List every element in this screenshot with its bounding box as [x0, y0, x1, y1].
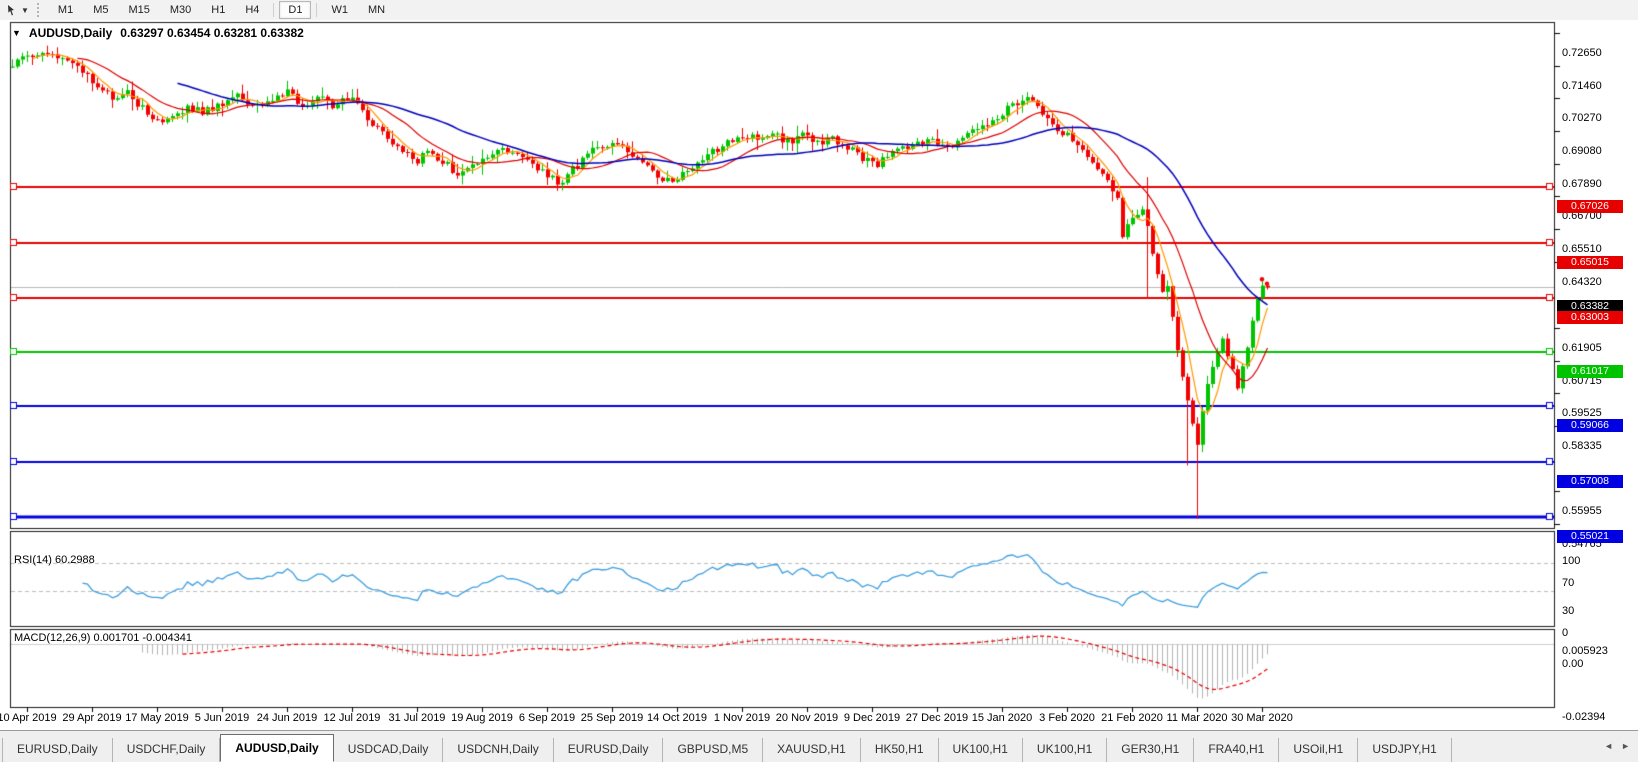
timeframe-button-m1[interactable]: M1 [49, 1, 82, 19]
level-price-badge: 0.57008 [1557, 475, 1623, 488]
chart-tab-usdcad-daily[interactable]: USDCAD,Daily [334, 738, 444, 762]
level-price-badge: 0.65015 [1557, 256, 1623, 269]
timeframe-button-m5[interactable]: M5 [84, 1, 117, 19]
rsi-axis-label: 30 [1562, 605, 1574, 617]
timeframe-buttons: M1M5M15M30H1H4 D1 W1MN [48, 0, 395, 20]
price-tick-label: 0.70270 [1562, 112, 1602, 124]
chart-tab-gbpusd-m5[interactable]: GBPUSD,M5 [663, 738, 763, 762]
timeframe-button-h1[interactable]: H1 [202, 1, 234, 19]
macd-axis-label: -0.02394 [1562, 711, 1605, 723]
chevron-down-icon: ▼ [21, 6, 29, 15]
timeframe-button-d1[interactable]: D1 [279, 1, 311, 19]
timeframe-button-w1[interactable]: W1 [322, 1, 357, 19]
price-tick-label: 0.72650 [1562, 47, 1602, 59]
date-tick-label: 30 Mar 2020 [1217, 712, 1307, 724]
mt4-window: { "toolbar": { "timeframes": ["M1","M5",… [0, 0, 1638, 762]
price-tick-label: 0.71460 [1562, 80, 1602, 92]
tab-scroll-controls: ◄ ► [1604, 741, 1630, 751]
price-tick-label: 0.58335 [1562, 440, 1602, 452]
chart-tabs: EURUSD,DailyUSDCHF,DailyAUDUSD,DailyUSDC… [2, 736, 1452, 762]
tab-scroll-left-icon[interactable]: ◄ [1604, 741, 1613, 751]
macd-axis-label: 0.00 [1562, 658, 1583, 670]
timeframe-button-mn[interactable]: MN [359, 1, 394, 19]
price-tick-label: 0.55955 [1562, 505, 1602, 517]
chart-area: ▼ AUDUSD,Daily 0.63297 0.63454 0.63281 0… [0, 20, 1638, 730]
timeframe-button-h4[interactable]: H4 [236, 1, 268, 19]
toolbar-separator [316, 3, 317, 17]
price-tick-label: 0.65510 [1562, 243, 1602, 255]
chart-tab-usdjpy-h1[interactable]: USDJPY,H1 [1358, 738, 1451, 762]
chart-tab-audusd-daily[interactable]: AUDUSD,Daily [220, 734, 333, 762]
timeframe-toolbar: ▼ M1M5M15M30H1H4 D1 W1MN [0, 0, 1638, 21]
chart-tab-eurusd-daily[interactable]: EURUSD,Daily [2, 738, 113, 762]
chart-tab-uk100-h1[interactable]: UK100,H1 [1023, 738, 1107, 762]
chart-tab-hk50-h1[interactable]: HK50,H1 [861, 738, 939, 762]
chart-title: ▼ AUDUSD,Daily 0.63297 0.63454 0.63281 0… [12, 26, 304, 40]
chart-ohlc-values: 0.63297 0.63454 0.63281 0.63382 [120, 26, 304, 40]
chart-symbol-label: AUDUSD,Daily [29, 26, 112, 40]
macd-axis-label: 0.005923 [1562, 645, 1608, 657]
chart-tab-xauusd-h1[interactable]: XAUUSD,H1 [763, 738, 861, 762]
price-tick-label: 0.69080 [1562, 145, 1602, 157]
rsi-axis-label: 100 [1562, 555, 1580, 567]
collapse-triangle-icon[interactable]: ▼ [12, 28, 21, 38]
level-price-badge: 0.55021 [1557, 530, 1623, 543]
toolbar-separator [273, 3, 274, 17]
level-price-badge: 0.61017 [1557, 365, 1623, 378]
level-price-badge: 0.59066 [1557, 419, 1623, 432]
rsi-indicator-label: RSI(14) 60.2988 [14, 554, 95, 566]
cursor-tool-dropdown[interactable]: ▼ [0, 1, 35, 19]
price-tick-label: 0.59525 [1562, 407, 1602, 419]
chart-tab-uk100-h1[interactable]: UK100,H1 [939, 738, 1023, 762]
price-chart-canvas[interactable] [0, 20, 1638, 730]
macd-indicator-label: MACD(12,26,9) 0.001701 -0.004341 [14, 632, 192, 644]
tab-scroll-right-icon[interactable]: ► [1621, 741, 1630, 751]
chart-tab-usoil-h1[interactable]: USOil,H1 [1279, 738, 1358, 762]
chart-tab-usdchf-daily[interactable]: USDCHF,Daily [113, 738, 221, 762]
chart-tab-fra40-h1[interactable]: FRA40,H1 [1194, 738, 1279, 762]
rsi-axis-label: 0 [1562, 627, 1568, 639]
chart-tab-usdcnh-daily[interactable]: USDCNH,Daily [443, 738, 553, 762]
chart-tab-ger30-h1[interactable]: GER30,H1 [1107, 738, 1194, 762]
rsi-axis-label: 70 [1562, 577, 1574, 589]
cursor-tool-icon [6, 4, 19, 17]
chart-tab-eurusd-daily[interactable]: EURUSD,Daily [554, 738, 664, 762]
level-price-badge: 0.67026 [1557, 200, 1623, 213]
timeframe-button-m30[interactable]: M30 [161, 1, 200, 19]
toolbar-grip [37, 3, 42, 17]
price-tick-label: 0.61905 [1562, 342, 1602, 354]
level-price-badge: 0.63003 [1557, 311, 1623, 324]
price-tick-label: 0.64320 [1562, 276, 1602, 288]
chart-tab-bar: EURUSD,DailyUSDCHF,DailyAUDUSD,DailyUSDC… [0, 730, 1638, 762]
timeframe-button-m15[interactable]: M15 [119, 1, 158, 19]
price-tick-label: 0.67890 [1562, 178, 1602, 190]
